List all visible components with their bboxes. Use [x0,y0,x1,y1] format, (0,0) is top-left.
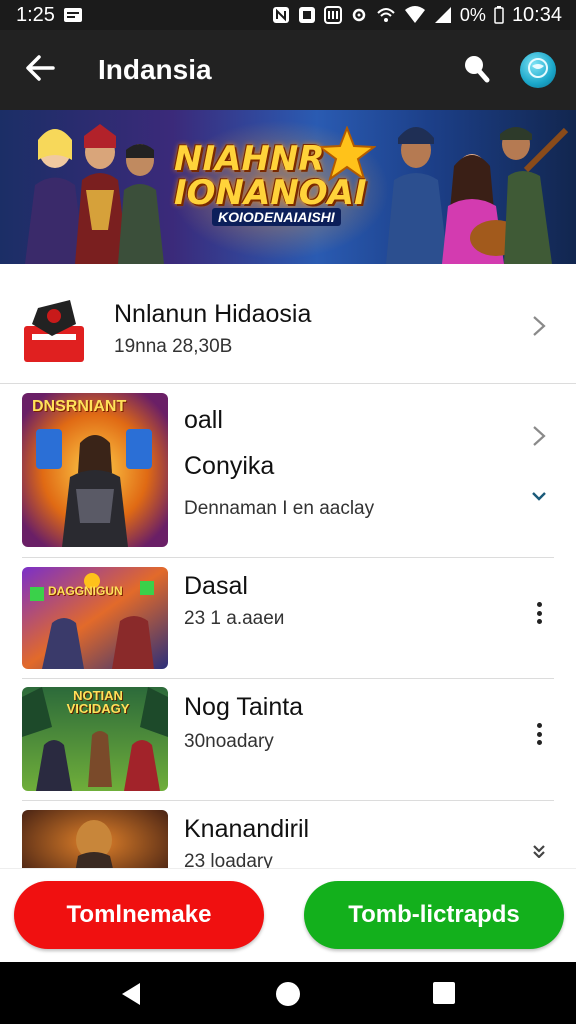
list-item[interactable]: Nnlanun Hidaosia 19nna 28,30B [0,264,576,384]
list-item[interactable]: DAGGNIGUN Dasal 23 1 a.ааеи [0,558,576,679]
hotspot-icon [376,6,396,24]
list-item-subtitle: 30noadary [184,731,274,752]
arrow-back-icon [25,54,55,86]
list-item-subtitle: 23 loadary [184,851,273,868]
app-bar: Indansia [0,30,576,110]
message-icon [63,7,83,23]
status-time-right: 10:34 [511,3,562,26]
list-item-title: Knanandiril [184,815,310,843]
banner-title-line2: IONANOAI [174,173,367,213]
list-item[interactable]: Knanandiril 23 loadary [0,801,576,868]
list-item-title: oall [184,406,223,434]
status-bar: 1:25 0% 10:34 [0,0,576,30]
red-action-button[interactable]: Tomlnemake [14,881,264,949]
thumbnail-caption: NOTIAN VICIDAGY [66,688,130,716]
list-item-title-secondary: Conyika [184,452,275,480]
list-item-title: Nnlanun Hidaosia [114,300,312,328]
system-nav-bar [0,962,576,1024]
nfc-icon [272,6,290,24]
game-thumbnail [22,810,168,868]
globe-avatar-icon [527,57,549,84]
green-action-button[interactable]: Tomb-lictrapds [304,881,564,949]
search-icon [462,53,490,88]
battery-icon [494,6,504,24]
bottom-action-bar: Tomlnemake Tomb-lictrapds [0,868,576,962]
back-button[interactable] [20,50,60,90]
nav-home-button[interactable] [275,981,301,1007]
thumbnail-caption: DNSRNIANT [32,398,127,415]
banner-heroes-right [386,127,569,264]
nav-recents-button[interactable] [432,981,458,1007]
game-thumbnail [22,567,168,669]
list-item-subtitle: 23 1 a.ааеи [184,608,285,629]
banner-heroes-left [25,124,164,264]
list-item[interactable]: NOTIAN VICIDAGY Nog Tainta 30noadary [0,679,576,801]
list-item[interactable]: DNSRNIANT oall Conyika Dennaman I en aac… [0,384,576,558]
nav-back-button[interactable] [118,981,144,1007]
data-icon [298,6,316,24]
list-item-title: Nog Tainta [184,693,304,721]
avatar[interactable] [520,52,556,88]
banner-title-line1: NIAHNR [174,139,325,179]
page-title: Indansia [98,54,212,85]
chevron-down-icon[interactable] [527,839,551,863]
chevron-right-icon[interactable] [527,424,551,448]
battery-percent: 0% [459,4,486,25]
search-button[interactable] [456,50,496,90]
game-thumbnail [22,393,168,547]
signal-icon [434,6,452,24]
circle-home-icon [275,982,301,1011]
wifi-icon [404,6,426,24]
settings-icon [350,6,368,24]
list-item-title: Dasal [184,572,248,600]
featured-banner[interactable]: NIAHNR IONANOAI KOIODENAIAISHI [0,110,576,264]
chevron-right-icon[interactable] [527,314,551,338]
sim-icon [323,6,342,24]
banner-title: NIAHNR IONANOAI [174,142,374,210]
app-icon [22,294,86,364]
list-item-subtitle: 19nna 28,30B [114,336,233,357]
triangle-back-icon [118,983,144,1011]
status-time-left: 1:25 [16,3,55,26]
square-recents-icon [432,982,456,1009]
chevron-down-icon[interactable] [527,484,551,508]
more-vert-icon[interactable] [529,719,549,749]
list-item-subtitle: Dennaman I en aaclay [184,498,375,519]
thumbnail-caption: DAGGNIGUN [48,584,123,598]
more-vert-icon[interactable] [529,598,549,628]
banner-subtitle: KOIODENAIAISHI [212,208,341,226]
